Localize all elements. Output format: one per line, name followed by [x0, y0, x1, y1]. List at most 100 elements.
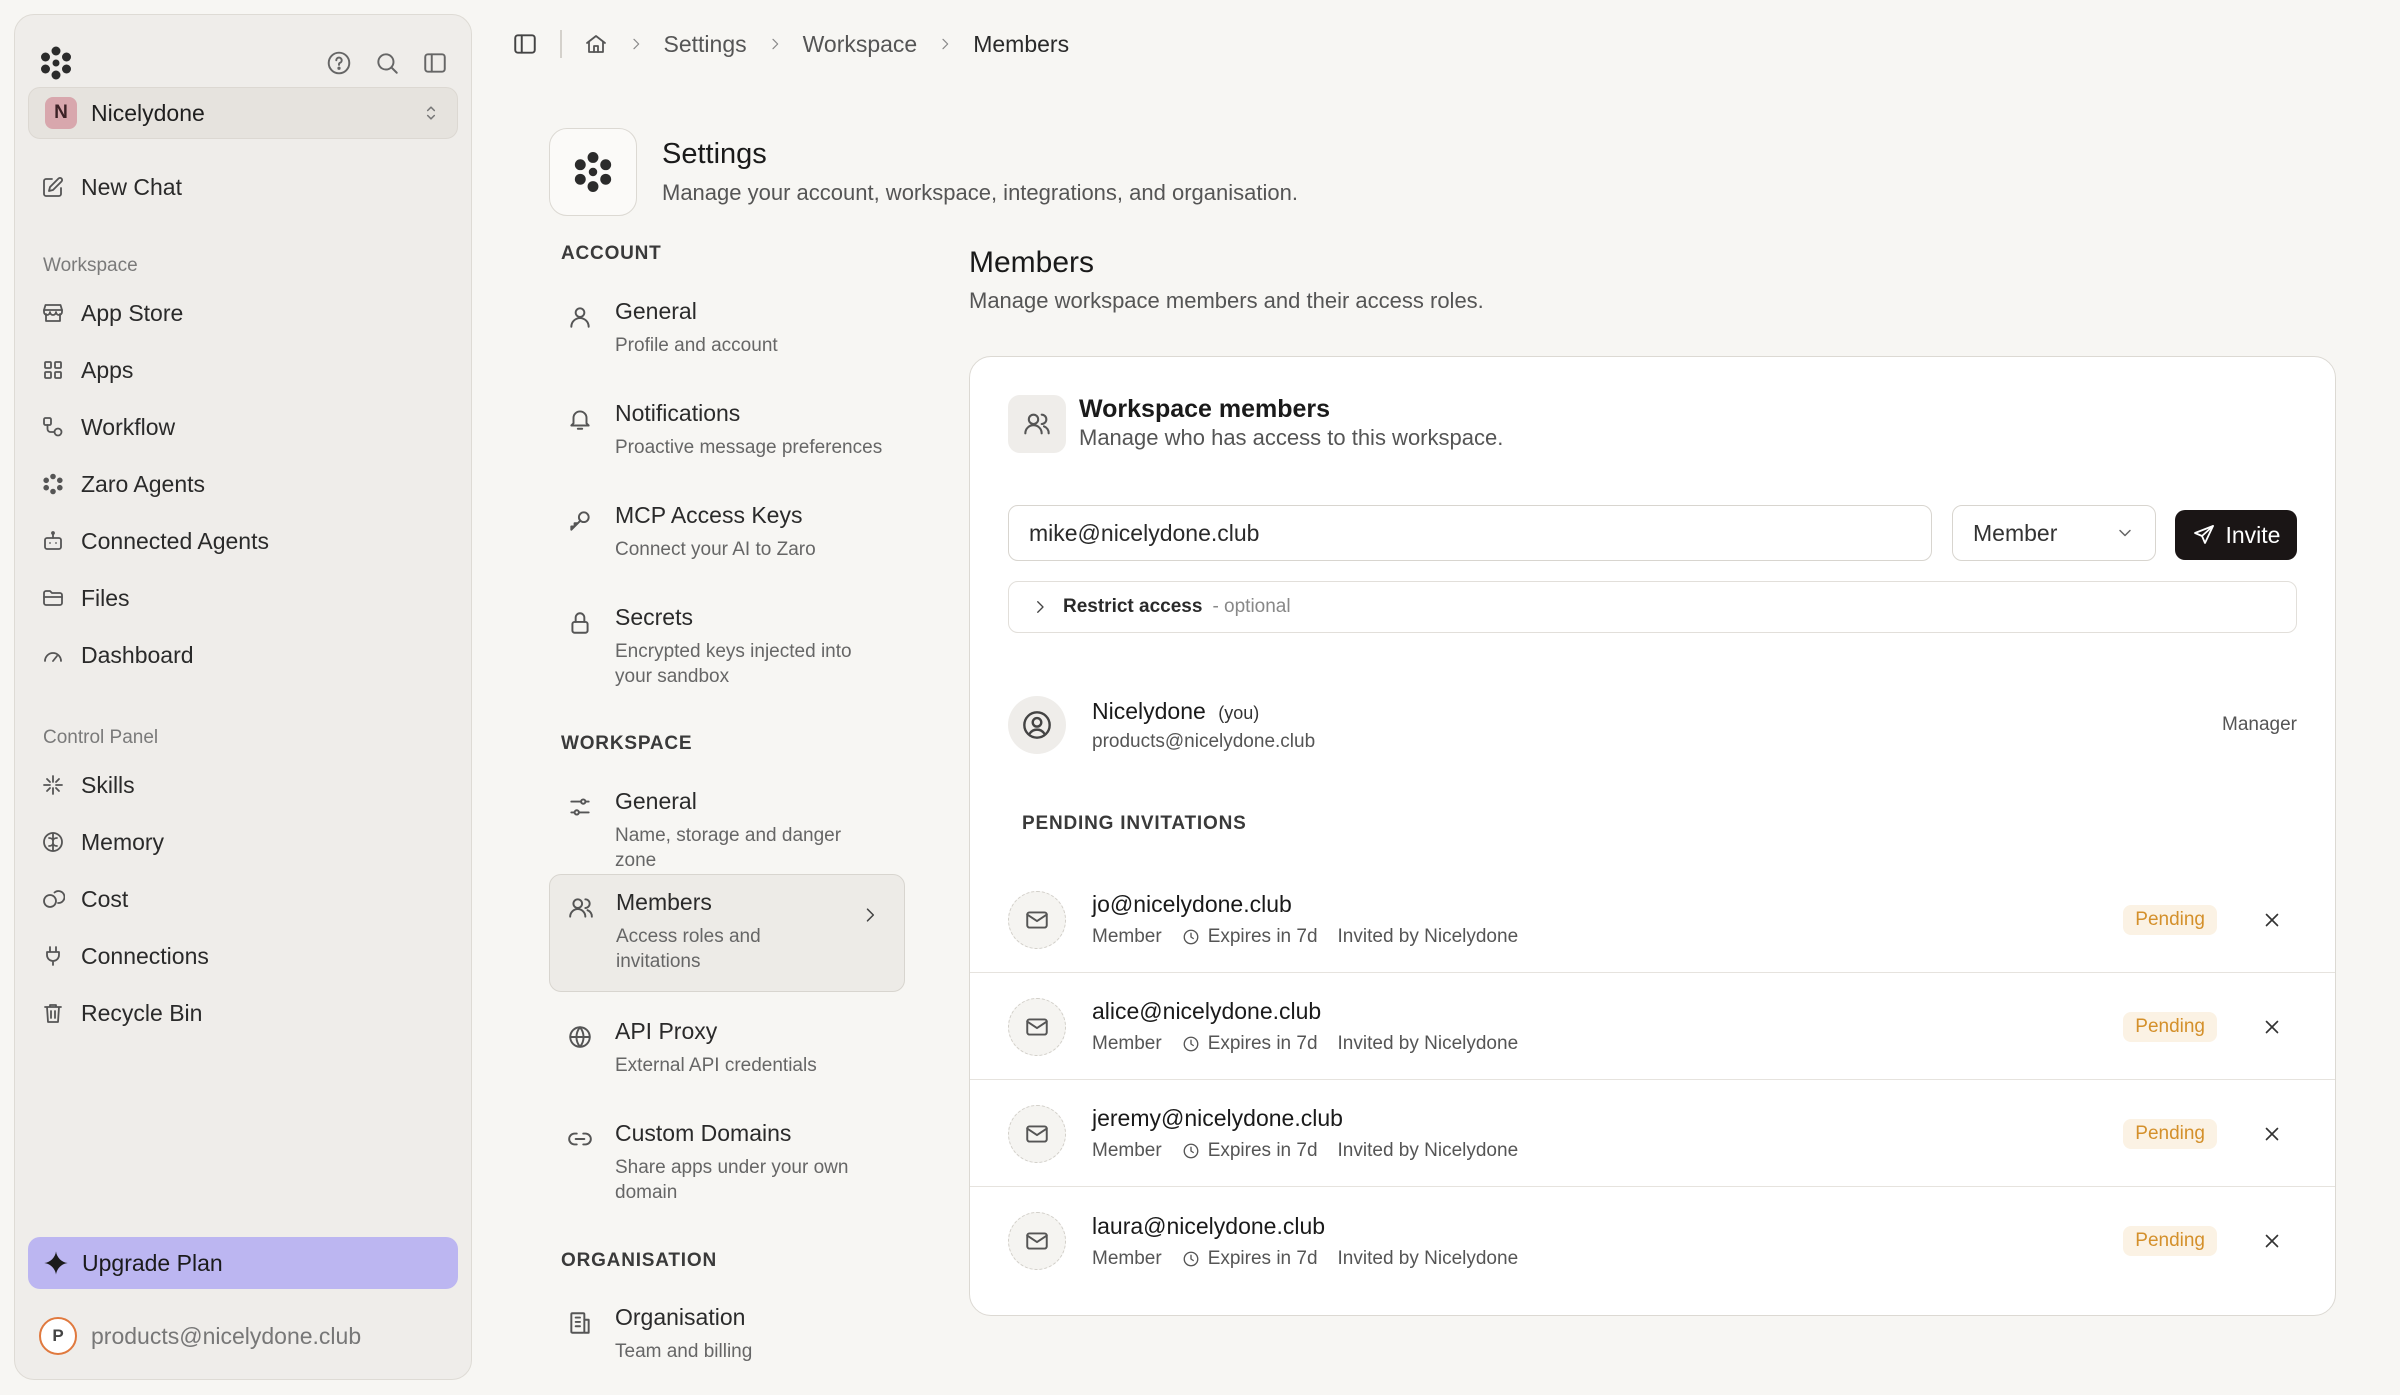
clock-icon: [1182, 1035, 1200, 1053]
chevron-right-icon: [767, 36, 783, 52]
revoke-invitation-close-icon[interactable]: [2259, 1014, 2285, 1040]
settings-nav-title: Secrets: [615, 604, 693, 630]
settings-nav-secrets[interactable]: Secrets Encrypted keys injected into you…: [549, 590, 905, 703]
revoke-invitation-close-icon[interactable]: [2259, 1121, 2285, 1147]
status-badge: Pending: [2123, 1011, 2217, 1042]
invitation-expiry: Expires in 7d: [1207, 926, 1318, 947]
upgrade-plan-label: Upgrade Plan: [82, 1249, 223, 1276]
sidebar-item-label: Apps: [81, 356, 134, 383]
workspace-switcher[interactable]: N Nicelydone: [28, 87, 458, 139]
sidebar-item-app-store[interactable]: App Store: [41, 293, 183, 333]
invitation-expiry: Expires in 7d: [1207, 1140, 1318, 1161]
status-badge: Pending: [2123, 904, 2217, 935]
link-icon: [567, 1126, 593, 1152]
settings-nav-workspace-general[interactable]: General Name, storage and danger zone: [549, 774, 905, 887]
settings-nav-mcp-access-keys[interactable]: MCP Access Keys Connect your AI to Zaro: [549, 488, 905, 576]
user-circle-icon: [1008, 696, 1066, 754]
sliders-icon: [567, 794, 593, 820]
sidebar-item-zaro-agents[interactable]: Zaro Agents: [41, 464, 205, 504]
section-control-panel: Control Panel: [43, 727, 159, 748]
sidebar-item-label: Cost: [81, 885, 129, 912]
breadcrumb: Settings Workspace Members: [512, 22, 1069, 66]
send-icon: [2192, 523, 2216, 547]
new-chat-button[interactable]: New Chat: [41, 167, 182, 207]
role-select[interactable]: Member: [1952, 505, 2156, 561]
sparkle-star-icon: [42, 1249, 70, 1277]
settings-nav-desc: Profile and account: [615, 335, 778, 356]
upgrade-plan-button[interactable]: Upgrade Plan: [28, 1237, 458, 1289]
settings-logo-icon: [549, 128, 637, 216]
chevron-right-icon: [1031, 598, 1049, 616]
invitation-role: Member: [1092, 1033, 1162, 1054]
breadcrumb-workspace[interactable]: Workspace: [803, 31, 918, 58]
settings-nav-organisation[interactable]: Organisation Team and billing: [549, 1290, 905, 1378]
new-chat-label: New Chat: [81, 173, 182, 200]
panel-toggle-icon[interactable]: [512, 31, 538, 57]
sidebar: N Nicelydone New Chat Workspace App Stor…: [14, 14, 472, 1380]
invitation-row: jeremy@nicelydone.club Member Expires in…: [970, 1081, 2335, 1187]
settings-nav-desc: Share apps under your own domain: [615, 1157, 849, 1203]
workspace-avatar: N: [45, 97, 77, 129]
sidebar-item-label: App Store: [81, 299, 184, 326]
sidebar-item-memory[interactable]: Memory: [41, 822, 164, 862]
coins-icon: [41, 887, 65, 911]
invite-email-input[interactable]: [1008, 505, 1932, 561]
pending-invitations-heading: PENDING INVITATIONS: [1022, 813, 1247, 834]
settings-nav-notifications[interactable]: Notifications Proactive message preferen…: [549, 386, 905, 474]
chevron-right-icon: [628, 36, 644, 52]
home-icon[interactable]: [584, 32, 608, 56]
settings-nav-title: Notifications: [615, 400, 741, 426]
sidebar-toggle-icon[interactable]: [421, 49, 449, 77]
user-icon: [567, 304, 593, 330]
workspace-members-card: Workspace members Manage who has access …: [969, 356, 2336, 1316]
sidebar-item-connections[interactable]: Connections: [41, 936, 209, 976]
card-subtitle: Manage who has access to this workspace.: [1079, 425, 1504, 450]
sidebar-item-files[interactable]: Files: [41, 578, 130, 618]
globe-icon: [567, 1024, 593, 1050]
invitation-role: Member: [1092, 1247, 1162, 1269]
help-icon[interactable]: [325, 49, 353, 77]
sidebar-item-apps[interactable]: Apps: [41, 350, 133, 390]
sparkle-icon: [41, 773, 65, 797]
chevron-right-icon: [860, 905, 880, 925]
settings-nav-desc: Encrypted keys injected into your sandbo…: [615, 641, 852, 687]
lock-icon: [567, 610, 593, 636]
settings-nav-title: MCP Access Keys: [615, 502, 803, 528]
zaro-logo-icon[interactable]: [37, 44, 75, 82]
sidebar-item-connected-agents[interactable]: Connected Agents: [41, 521, 269, 561]
settings-nav-custom-domains[interactable]: Custom Domains Share apps under your own…: [549, 1106, 905, 1219]
member-name: Nicelydone: [1092, 697, 1206, 724]
breadcrumb-settings[interactable]: Settings: [664, 31, 747, 58]
page-subtitle: Manage your account, workspace, integrat…: [662, 180, 1298, 205]
sidebar-header: [37, 33, 449, 93]
member-you-tag: (you): [1218, 702, 1260, 723]
card-title: Workspace members: [1079, 395, 1331, 423]
sidebar-item-recycle-bin[interactable]: Recycle Bin: [41, 993, 202, 1033]
invite-label: Invite: [2225, 521, 2281, 548]
sidebar-item-label: Recycle Bin: [81, 999, 203, 1026]
clock-icon: [1182, 1250, 1200, 1268]
settings-nav-title: Members: [616, 889, 712, 915]
sidebar-item-dashboard[interactable]: Dashboard: [41, 635, 194, 675]
revoke-invitation-close-icon[interactable]: [2259, 907, 2285, 933]
search-icon[interactable]: [373, 49, 401, 77]
sidebar-item-workflow[interactable]: Workflow: [41, 407, 175, 447]
invitation-invited-by: Invited by Nicelydone: [1337, 1247, 1519, 1269]
page-title: Settings: [662, 138, 767, 170]
sidebar-item-cost[interactable]: Cost: [41, 879, 128, 919]
sidebar-item-skills[interactable]: Skills: [41, 765, 135, 805]
settings-nav-desc: Connect your AI to Zaro: [615, 539, 816, 560]
invitation-invited-by: Invited by Nicelydone: [1337, 1033, 1519, 1054]
settings-nav-members[interactable]: Members Access roles and invitations: [549, 874, 905, 992]
invitation-row: laura@nicelydone.club Member Expires in …: [970, 1188, 2335, 1294]
settings-nav-account-general[interactable]: General Profile and account: [549, 284, 905, 372]
brain-icon: [41, 830, 65, 854]
invite-button[interactable]: Invite: [2175, 510, 2297, 560]
invitation-role: Member: [1092, 926, 1162, 947]
revoke-invitation-close-icon[interactable]: [2259, 1228, 2285, 1254]
gauge-icon: [41, 643, 65, 667]
restrict-access-toggle[interactable]: Restrict access - optional: [1008, 581, 2297, 633]
user-account-button[interactable]: P products@nicelydone.club: [39, 1317, 361, 1355]
settings-nav-api-proxy[interactable]: API Proxy External API credentials: [549, 1004, 905, 1092]
edit-icon: [41, 175, 65, 199]
